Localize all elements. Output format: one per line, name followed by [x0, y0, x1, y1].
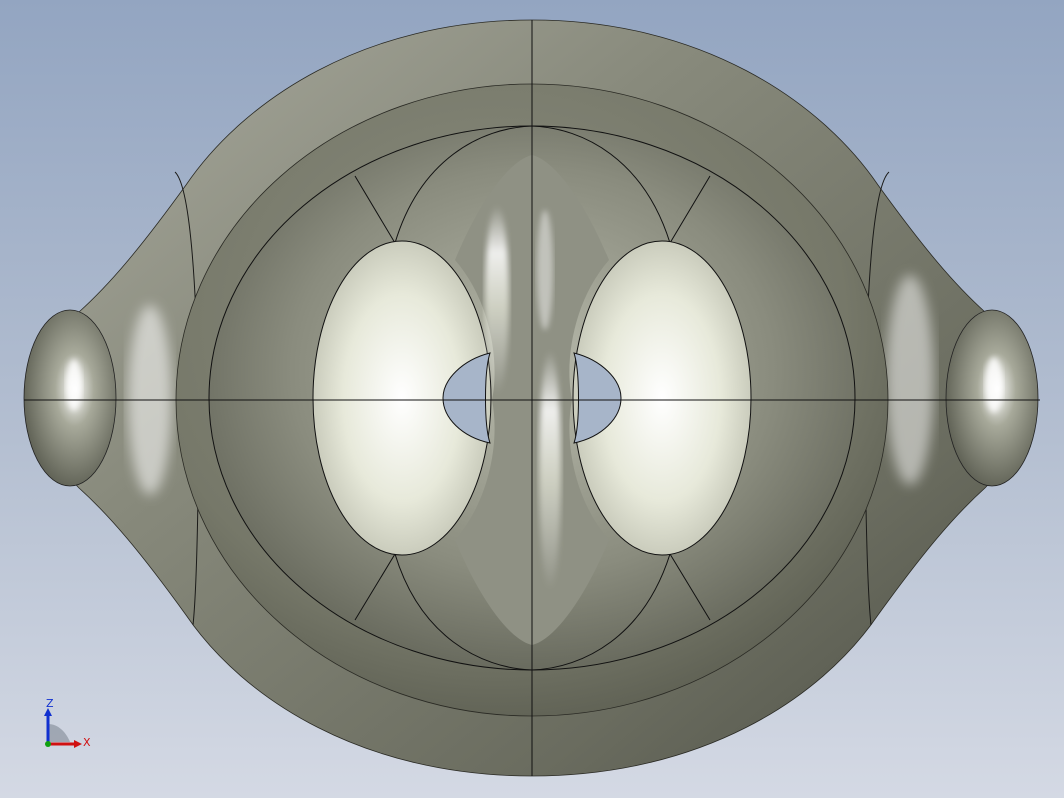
cad-model[interactable]	[0, 0, 1064, 798]
pillar-shine-right	[537, 210, 553, 330]
y-axis-origin	[45, 741, 51, 747]
right-knob-shine	[985, 357, 1003, 413]
x-axis-label: X	[83, 736, 91, 749]
z-axis-label: Z	[46, 697, 54, 710]
left-knob-shine	[66, 359, 82, 411]
pillar-shine-center	[539, 350, 561, 590]
x-axis-arrow	[74, 740, 82, 748]
pillar-shine-left	[485, 205, 509, 395]
axis-triad: Z X	[36, 694, 106, 764]
3d-viewport[interactable]: Z X	[0, 0, 1064, 798]
right-bulge-highlight	[886, 275, 934, 485]
triad-plane	[48, 724, 70, 742]
